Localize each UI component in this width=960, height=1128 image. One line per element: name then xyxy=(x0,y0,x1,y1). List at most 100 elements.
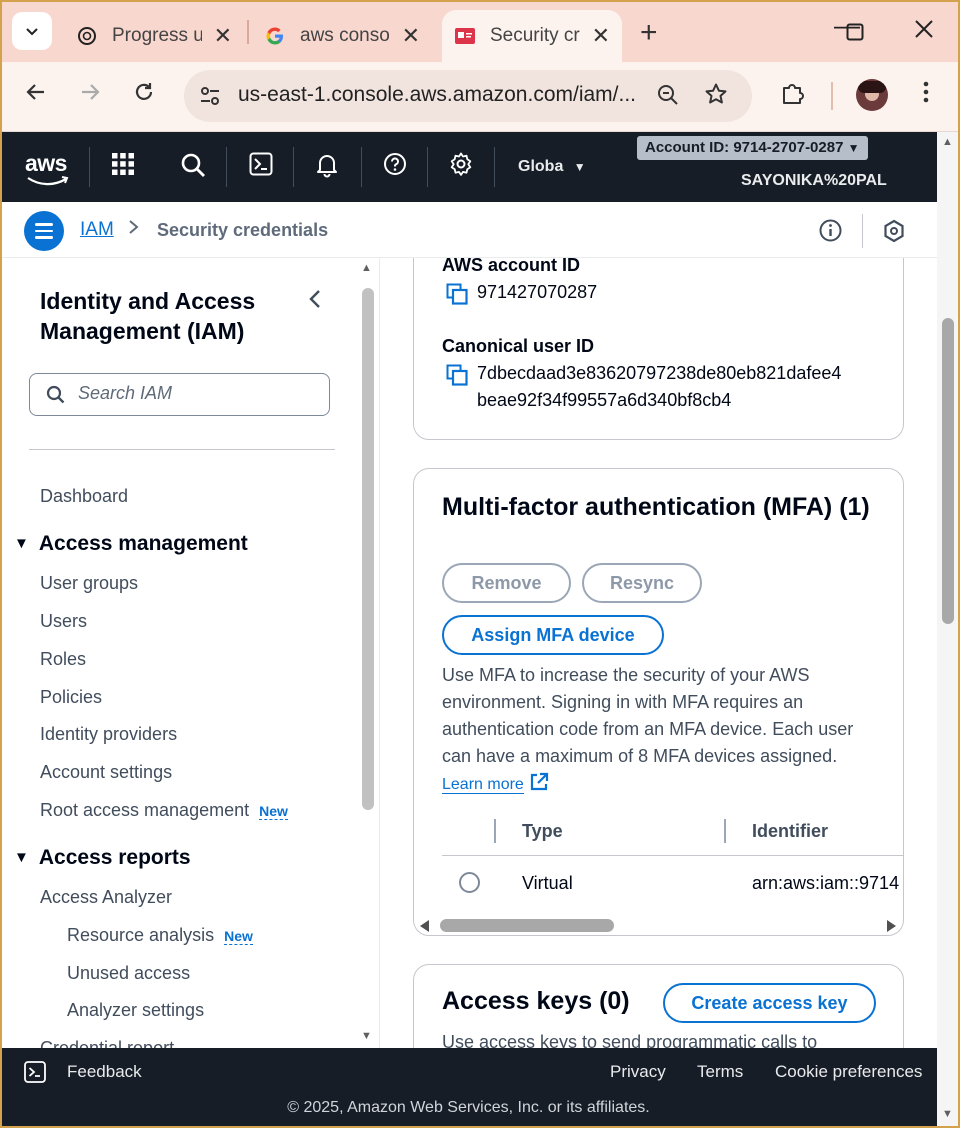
caret-down-icon: ▼ xyxy=(14,535,29,552)
browser-tab-security-credentials[interactable]: Security cr ✕ xyxy=(442,10,622,62)
region-selector[interactable]: Globa ▼ xyxy=(518,158,586,176)
sidebar-item-resource-analysis[interactable]: Resource analysis New xyxy=(67,925,253,946)
services-grid-icon[interactable] xyxy=(111,152,135,181)
sidebar-divider xyxy=(29,449,335,450)
terms-link[interactable]: Terms xyxy=(697,1062,743,1082)
sidebar-item-access-analyzer[interactable]: Access Analyzer xyxy=(40,887,172,908)
sidebar-item-policies[interactable]: Policies xyxy=(40,687,102,708)
aws-account-id-label: AWS account ID xyxy=(442,258,581,275)
search-icon[interactable] xyxy=(180,152,206,183)
sidebar-item-account-settings[interactable]: Account settings xyxy=(40,762,172,783)
aws-console-header: aws Globa ▼ Account ID: 9714-2707-0287 ▼… xyxy=(0,132,937,202)
mfa-identifier-cell: arn:aws:iam::9714 xyxy=(752,873,900,893)
scroll-up-icon[interactable]: ▲ xyxy=(361,262,372,274)
search-iam-input[interactable] xyxy=(78,383,318,404)
google-icon xyxy=(264,25,286,47)
learn-more-link[interactable]: Learn more xyxy=(442,776,524,794)
address-bar[interactable]: us-east-1.console.aws.amazon.com/iam/... xyxy=(184,70,752,122)
account-id: Account ID: 9714-2707-0287 xyxy=(645,139,844,156)
username[interactable]: SAYONIKA%20PAL xyxy=(741,172,887,190)
scrollbar-thumb[interactable] xyxy=(362,288,374,810)
feedback-link[interactable]: Feedback xyxy=(67,1062,142,1082)
section-access-reports[interactable]: ▼ Access reports xyxy=(14,846,191,870)
aws-smile-icon xyxy=(27,176,69,186)
sidebar-item-root-access-management[interactable]: Root access management New xyxy=(40,800,288,821)
cloudshell-icon[interactable] xyxy=(249,152,273,181)
cookie-preferences-link[interactable]: Cookie preferences xyxy=(775,1062,922,1082)
assign-mfa-device-button[interactable]: Assign MFA device xyxy=(442,615,664,655)
learn-more-label: Learn more xyxy=(442,776,524,793)
scroll-left-icon[interactable] xyxy=(420,920,430,932)
browser-tab-progress[interactable]: Progress u ✕ xyxy=(64,10,244,62)
scrollbar-thumb[interactable] xyxy=(440,919,614,932)
cloudshell-icon[interactable] xyxy=(24,1061,46,1088)
window-close-icon[interactable] xyxy=(914,18,934,46)
section-access-management[interactable]: ▼ Access management xyxy=(14,532,248,556)
new-badge: New xyxy=(259,803,288,820)
page-scrollbar[interactable]: ▲ ▼ xyxy=(937,132,960,1128)
search-iam-field[interactable] xyxy=(29,373,330,416)
close-icon[interactable]: ✕ xyxy=(214,23,232,49)
help-icon[interactable] xyxy=(383,152,407,181)
scroll-up-icon[interactable]: ▲ xyxy=(942,136,953,148)
sidebar-item-identity-providers[interactable]: Identity providers xyxy=(40,724,177,745)
browser-tab-aws-console[interactable]: aws consol ✕ xyxy=(252,10,432,62)
account-menu[interactable]: Account ID: 9714-2707-0287 ▼ xyxy=(637,136,868,160)
sidebar-item-user-groups[interactable]: User groups xyxy=(40,573,138,594)
new-tab-icon[interactable]: + xyxy=(640,16,658,50)
copy-icon[interactable] xyxy=(446,283,468,305)
sidebar-item-analyzer-settings[interactable]: Analyzer settings xyxy=(67,1000,204,1021)
breadcrumb-iam-link[interactable]: IAM xyxy=(80,219,114,241)
sidebar-item-credential-report[interactable]: Credential report xyxy=(40,1038,174,1048)
privacy-link[interactable]: Privacy xyxy=(610,1062,666,1082)
table-horizontal-scrollbar[interactable] xyxy=(414,917,903,935)
column-header-type[interactable]: Type xyxy=(522,821,563,842)
collapse-sidebar-icon[interactable] xyxy=(308,286,322,317)
tab-title: aws consol xyxy=(300,25,390,46)
aws-logo[interactable]: aws xyxy=(25,150,67,177)
chevron-down-icon xyxy=(26,28,38,36)
close-icon[interactable]: ✕ xyxy=(592,23,610,49)
extensions-icon[interactable] xyxy=(780,80,806,113)
sidebar-item-dashboard[interactable]: Dashboard xyxy=(40,486,128,507)
copyright-text: © 2025, Amazon Web Services, Inc. or its… xyxy=(287,1099,650,1116)
copy-icon[interactable] xyxy=(446,364,468,386)
toolbar-separator xyxy=(831,82,833,110)
site-settings-icon[interactable] xyxy=(198,84,222,113)
caret-down-icon: ▼ xyxy=(14,849,29,866)
bookmark-star-icon[interactable] xyxy=(704,82,728,111)
forward-icon[interactable] xyxy=(78,80,102,111)
menu-toggle-button[interactable] xyxy=(24,211,64,251)
create-access-key-button[interactable]: Create access key xyxy=(663,983,876,1023)
maximize-icon[interactable] xyxy=(846,20,864,48)
info-icon[interactable] xyxy=(819,219,842,247)
header-divider xyxy=(494,147,495,187)
scroll-right-icon[interactable] xyxy=(886,920,896,932)
sidebar-item-unused-access[interactable]: Unused access xyxy=(67,963,190,984)
profile-avatar[interactable] xyxy=(856,79,888,111)
close-icon[interactable]: ✕ xyxy=(402,23,420,49)
settings-gear-icon[interactable] xyxy=(449,152,473,181)
url-text: us-east-1.console.aws.amazon.com/iam/... xyxy=(238,83,636,106)
sidebar-scrollbar[interactable]: ▲ ▼ xyxy=(358,258,379,1048)
browser-toolbar: us-east-1.console.aws.amazon.com/iam/... xyxy=(0,62,960,132)
scroll-down-icon[interactable]: ▼ xyxy=(942,1108,953,1120)
remove-button[interactable]: Remove xyxy=(442,563,571,603)
zoom-icon[interactable] xyxy=(656,83,680,112)
scrollbar-thumb[interactable] xyxy=(942,318,954,624)
table-header-divider xyxy=(442,855,903,856)
reload-icon[interactable] xyxy=(132,80,156,111)
notifications-hexagon-icon[interactable] xyxy=(883,219,905,248)
region-label: Globa xyxy=(518,158,564,175)
sidebar-item-roles[interactable]: Roles xyxy=(40,649,86,670)
scroll-down-icon[interactable]: ▼ xyxy=(361,1030,372,1042)
row-select-radio[interactable] xyxy=(459,872,480,893)
column-header-identifier[interactable]: Identifier xyxy=(752,821,828,842)
notifications-bell-icon[interactable] xyxy=(315,152,339,183)
back-icon[interactable] xyxy=(24,80,48,111)
more-menu-icon[interactable] xyxy=(922,80,930,111)
mfa-title-text: Multi-factor authentication (MFA) xyxy=(442,493,833,521)
tab-search-button[interactable] xyxy=(12,12,52,50)
resync-button[interactable]: Resync xyxy=(582,563,702,603)
sidebar-item-users[interactable]: Users xyxy=(40,611,87,632)
